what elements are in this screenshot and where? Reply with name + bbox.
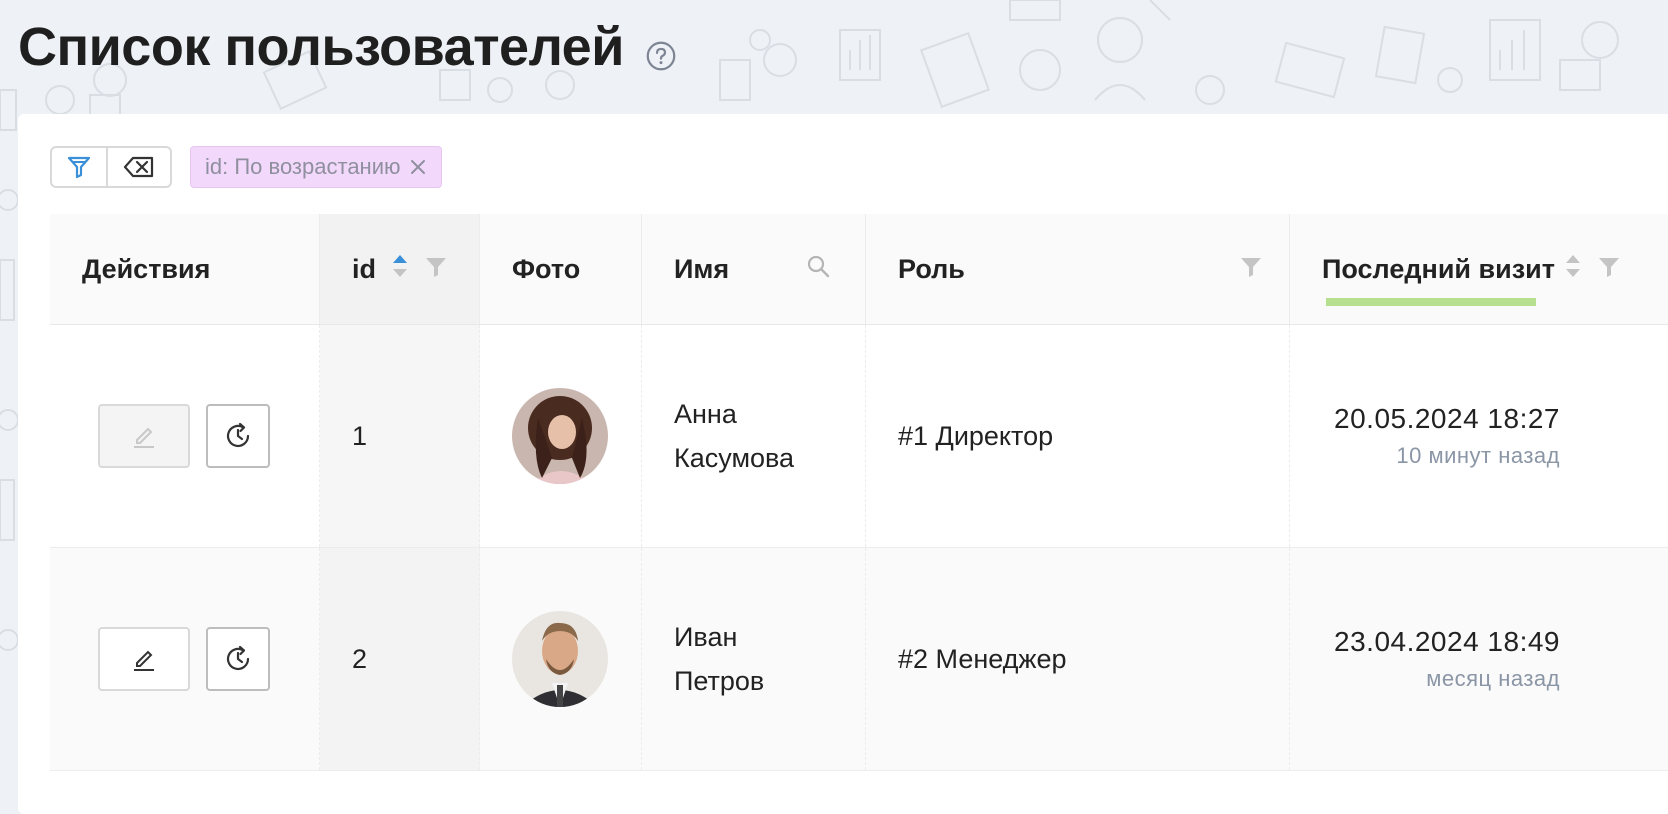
- edit-icon: [134, 650, 154, 671]
- page-header: Список пользователей: [18, 12, 676, 82]
- first-name: Иван: [674, 622, 738, 652]
- photo-cell: [480, 548, 642, 770]
- clear-filters-button[interactable]: [106, 146, 172, 188]
- avatar: [512, 388, 608, 484]
- column-filter-icon[interactable]: [1598, 256, 1620, 278]
- table-row: 1 Анна Касумова #1 Директор 20.05.2024 1…: [50, 325, 1668, 548]
- actions-cell: [50, 325, 320, 547]
- first-name: Анна: [674, 399, 737, 429]
- sort-chip[interactable]: id: По возрастанию: [190, 146, 442, 188]
- history-button[interactable]: [206, 627, 270, 691]
- visit-date: 23.04.2024 18:49: [1334, 626, 1560, 657]
- row-actions: [98, 404, 270, 468]
- edit-icon: [134, 427, 154, 448]
- users-table: Действия id Фото Имя Роль Последний визи…: [50, 214, 1668, 771]
- last-name: Петров: [674, 666, 765, 696]
- users-card: id: По возрастанию Действия id Фото Имя …: [18, 114, 1668, 814]
- last-visit: 20.05.2024 18:27 10 минут назад: [1322, 403, 1560, 469]
- visit-relative: месяц назад: [1426, 666, 1560, 691]
- column-header-id[interactable]: id: [320, 214, 480, 324]
- column-filter-icon[interactable]: [1240, 256, 1262, 278]
- role-cell: #1 Директор: [866, 325, 1290, 547]
- id-cell: 2: [320, 548, 480, 770]
- help-icon[interactable]: [646, 39, 676, 71]
- table-row: 2 Иван Петров #2 Менеджер 23.04.2024 18:…: [50, 548, 1668, 771]
- user-name: Анна Касумова: [674, 392, 794, 480]
- last-visit-cell: 23.04.2024 18:49 месяц назад: [1290, 548, 1668, 770]
- user-role: #1 Директор: [898, 420, 1054, 451]
- filter-icon: [67, 156, 91, 179]
- sort-icon[interactable]: [1565, 252, 1581, 280]
- column-label: Действия: [82, 253, 211, 284]
- history-button[interactable]: [206, 404, 270, 468]
- column-header-last-visit[interactable]: Последний визит: [1290, 214, 1668, 324]
- visit-relative: 10 минут назад: [1396, 443, 1560, 468]
- column-label: Имя: [674, 253, 730, 284]
- photo-cell: [480, 325, 642, 547]
- page-title: Список пользователей: [18, 17, 624, 77]
- sort-ascending-icon[interactable]: [392, 252, 408, 280]
- search-icon[interactable]: [806, 254, 830, 278]
- user-name: Иван Петров: [674, 615, 764, 703]
- last-name: Касумова: [674, 443, 795, 473]
- filter-button[interactable]: [50, 146, 108, 188]
- role-cell: #2 Менеджер: [866, 548, 1290, 770]
- sort-chip-label: id: По возрастанию: [205, 154, 401, 179]
- avatar: [512, 611, 608, 707]
- row-actions: [98, 627, 270, 691]
- user-id: 2: [352, 643, 368, 674]
- column-highlight-bar: [1326, 298, 1536, 306]
- history-icon: [226, 422, 250, 448]
- edit-button[interactable]: [98, 627, 190, 691]
- column-label: Роль: [898, 253, 965, 284]
- column-header-role: Роль: [866, 214, 1290, 324]
- column-filter-icon[interactable]: [425, 256, 447, 278]
- edit-button[interactable]: [98, 404, 190, 468]
- visit-date: 20.05.2024 18:27: [1334, 403, 1560, 434]
- close-icon[interactable]: [409, 158, 427, 176]
- table-header: Действия id Фото Имя Роль Последний визи…: [50, 214, 1668, 325]
- column-label: Последний визит: [1322, 253, 1555, 284]
- last-visit: 23.04.2024 18:49 месяц назад: [1322, 626, 1560, 692]
- column-label: id: [352, 253, 376, 284]
- clear-filters-icon: [123, 156, 154, 178]
- column-header-photo: Фото: [480, 214, 642, 324]
- actions-cell: [50, 548, 320, 770]
- column-label: Фото: [512, 253, 581, 284]
- user-role: #2 Менеджер: [898, 643, 1067, 674]
- last-visit-cell: 20.05.2024 18:27 10 минут назад: [1290, 325, 1668, 547]
- column-header-name: Имя: [642, 214, 866, 324]
- history-icon: [226, 645, 250, 671]
- name-cell: Анна Касумова: [642, 325, 866, 547]
- toolbar: id: По возрастанию: [50, 146, 442, 188]
- id-cell: 1: [320, 325, 480, 547]
- name-cell: Иван Петров: [642, 548, 866, 770]
- user-id: 1: [352, 420, 368, 451]
- filter-button-group: [50, 146, 172, 188]
- column-header-actions: Действия: [50, 214, 320, 324]
